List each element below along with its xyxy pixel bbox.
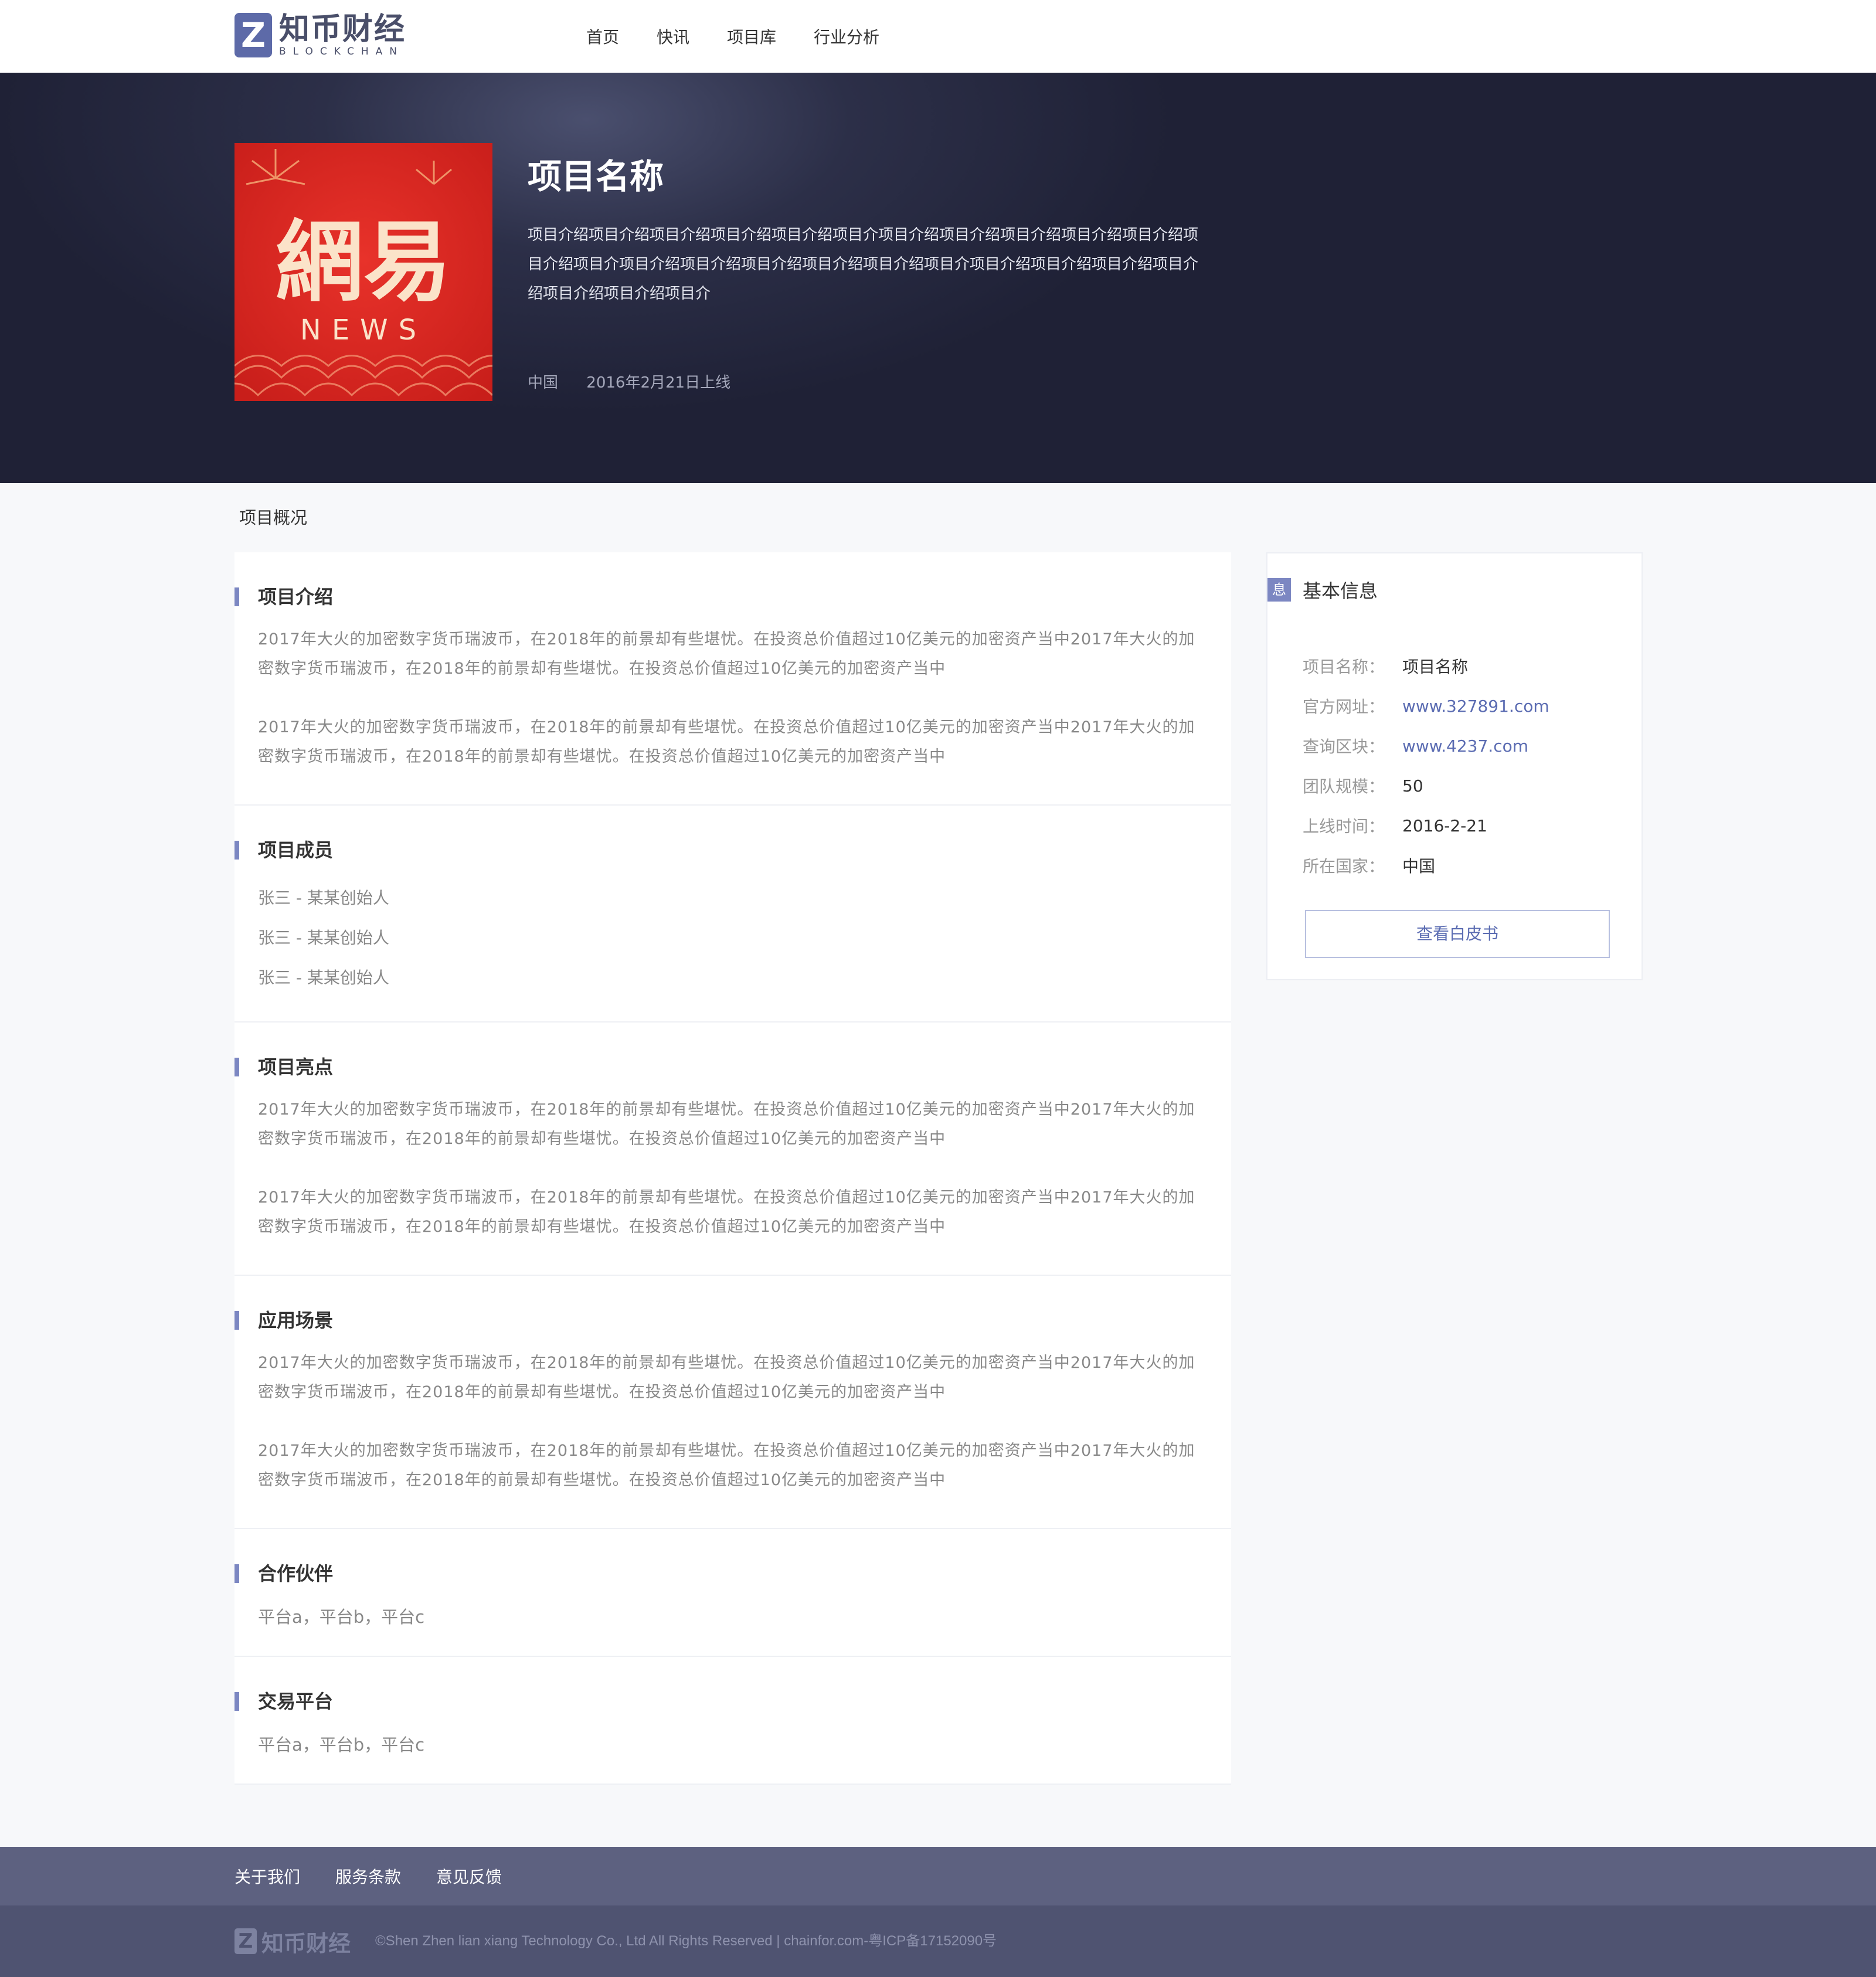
info-value: 50	[1402, 776, 1423, 796]
member-item: 张三 - 某某创始人	[258, 888, 389, 908]
member-item: 张三 - 某某创始人	[258, 928, 389, 947]
info-value: 项目名称	[1402, 657, 1469, 677]
footer-bottom: Z 知币财经 ©Shen Zhen lian xiang Technology …	[0, 1905, 1876, 1977]
project-launch-date: 2016年2月21日上线	[586, 374, 731, 392]
footer-copyright: ©Shen Zhen lian xiang Technology Co., Lt…	[375, 1933, 997, 1949]
section-paragraph: 2017年大火的加密数字货币瑞波币，在2018年的前景却有些堪忧。在投资总价值超…	[258, 1188, 1195, 1236]
member-item: 张三 - 某某创始人	[258, 968, 389, 987]
info-row-website: 官方网址： www.327891.com	[1303, 686, 1549, 726]
block-explorer-link[interactable]: www.4237.com	[1402, 736, 1528, 756]
logo-z-icon: Z	[235, 1928, 257, 1954]
section-title: 项目亮点	[258, 1056, 334, 1078]
footer-link-terms[interactable]: 服务条款	[335, 1864, 401, 1888]
logo-main-text: 網易	[276, 210, 451, 314]
footer-logo: Z 知币财经	[235, 1928, 351, 1956]
info-row-team-size: 团队规模： 50	[1303, 766, 1549, 806]
section-partners: 合作伙伴 平台a，平台b，平台c	[235, 1529, 1231, 1657]
footer-link-feedback[interactable]: 意见反馈	[436, 1864, 502, 1888]
basic-info-title: 基本信息	[1303, 580, 1378, 602]
section-scenarios: 应用场景 2017年大火的加密数字货币瑞波币，在2018年的前景却有些堪忧。在投…	[235, 1276, 1231, 1529]
logo-text: 知币财经 BLOCKCHAN	[279, 13, 406, 57]
footer-links-bar: 关于我们 服务条款 意见反馈	[0, 1847, 1876, 1905]
overview-label: 项目概况	[239, 508, 308, 528]
footer-link-about[interactable]: 关于我们	[235, 1864, 300, 1888]
project-hero: 網易 NEWS 项目名称 项目介绍项目介绍项目介绍项目介绍项目介绍项目介项目介绍…	[0, 73, 1876, 483]
info-value: 2016-2-21	[1402, 816, 1487, 835]
nav-industry-analysis[interactable]: 行业分析	[814, 25, 879, 48]
top-navbar: Z 知币财经 BLOCKCHAN 首页 快讯 项目库 行业分析	[0, 0, 1876, 73]
footer-brand: 知币财经	[261, 1930, 351, 1956]
section-paragraph: 2017年大火的加密数字货币瑞波币，在2018年的前景却有些堪忧。在投资总价值超…	[258, 1100, 1195, 1148]
section-title: 应用场景	[258, 1309, 334, 1331]
info-key: 上线时间：	[1303, 817, 1385, 836]
project-details-card: 项目介绍 2017年大火的加密数字货币瑞波币，在2018年的前景却有些堪忧。在投…	[235, 552, 1231, 1785]
section-accent-bar	[235, 841, 239, 860]
section-highlights: 项目亮点 2017年大火的加密数字货币瑞波币，在2018年的前景却有些堪忧。在投…	[235, 1023, 1231, 1276]
section-paragraph: 2017年大火的加密数字货币瑞波币，在2018年的前景却有些堪忧。在投资总价值超…	[258, 1442, 1195, 1489]
view-whitepaper-button[interactable]: 查看白皮书	[1305, 910, 1610, 958]
info-row-launch-date: 上线时间： 2016-2-21	[1303, 806, 1549, 845]
section-members: 项目成员 张三 - 某某创始人 张三 - 某某创始人 张三 - 某某创始人	[235, 806, 1231, 1023]
section-title: 合作伙伴	[258, 1562, 334, 1585]
info-key: 官方网址：	[1303, 697, 1385, 716]
section-intro: 项目介绍 2017年大火的加密数字货币瑞波币，在2018年的前景却有些堪忧。在投…	[235, 552, 1231, 806]
logo-z-icon: Z	[235, 13, 272, 57]
main-nav: 首页 快讯 项目库 行业分析	[586, 0, 917, 73]
section-paragraph: 2017年大火的加密数字货币瑞波币，在2018年的前景却有些堪忧。在投资总价值超…	[258, 1354, 1195, 1401]
section-title: 项目介绍	[258, 586, 334, 608]
partners-list: 平台a，平台b，平台c	[258, 1607, 425, 1627]
info-key: 所在国家：	[1303, 857, 1385, 876]
section-paragraph: 2017年大火的加密数字货币瑞波币，在2018年的前景却有些堪忧。在投资总价值超…	[258, 718, 1195, 766]
info-key: 团队规模：	[1303, 777, 1385, 796]
logo-chinese-name: 知币财经	[279, 12, 406, 47]
basic-info-list: 项目名称： 项目名称 官方网址： www.327891.com 查询区块： ww…	[1303, 646, 1549, 885]
site-logo[interactable]: Z 知币财经 BLOCKCHAN	[235, 12, 406, 59]
section-accent-bar	[235, 1564, 239, 1583]
netease-news-logo-image: 網易 NEWS	[235, 143, 492, 401]
project-description: 项目介绍项目介绍项目介绍项目介绍项目介绍项目介项目介绍项目介绍项目介绍项目介绍项…	[528, 226, 1199, 303]
section-accent-bar	[235, 1692, 239, 1711]
project-meta: 中国 2016年2月21日上线	[528, 371, 754, 392]
info-badge-icon: 息	[1267, 578, 1291, 602]
info-row-name: 项目名称： 项目名称	[1303, 646, 1549, 686]
nav-home[interactable]: 首页	[586, 25, 619, 48]
info-value: 中国	[1402, 857, 1436, 876]
info-row-explorer: 查询区块： www.4237.com	[1303, 726, 1549, 766]
exchanges-list: 平台a，平台b，平台c	[258, 1735, 425, 1755]
nav-project-library[interactable]: 项目库	[727, 25, 776, 48]
section-accent-bar	[235, 1311, 239, 1330]
section-accent-bar	[235, 587, 239, 606]
info-key: 项目名称：	[1303, 657, 1385, 677]
project-title: 项目名称	[528, 157, 664, 196]
section-exchanges: 交易平台 平台a，平台b，平台c	[235, 1657, 1231, 1785]
info-row-country: 所在国家： 中国	[1303, 845, 1549, 885]
section-paragraph: 2017年大火的加密数字货币瑞波币，在2018年的前景却有些堪忧。在投资总价值超…	[258, 630, 1195, 678]
info-key: 查询区块：	[1303, 737, 1385, 756]
section-title: 项目成员	[258, 839, 334, 861]
project-logo: 網易 NEWS	[235, 143, 492, 401]
official-website-link[interactable]: www.327891.com	[1402, 697, 1549, 716]
logo-english-name: BLOCKCHAN	[279, 46, 404, 57]
project-country: 中国	[528, 374, 559, 392]
logo-sub-text: NEWS	[300, 314, 427, 347]
section-accent-bar	[235, 1058, 239, 1076]
nav-flash-news[interactable]: 快讯	[657, 25, 689, 48]
basic-info-card: 息 基本信息 项目名称： 项目名称 官方网址： www.327891.com 查…	[1266, 552, 1643, 980]
section-title: 交易平台	[258, 1690, 334, 1713]
